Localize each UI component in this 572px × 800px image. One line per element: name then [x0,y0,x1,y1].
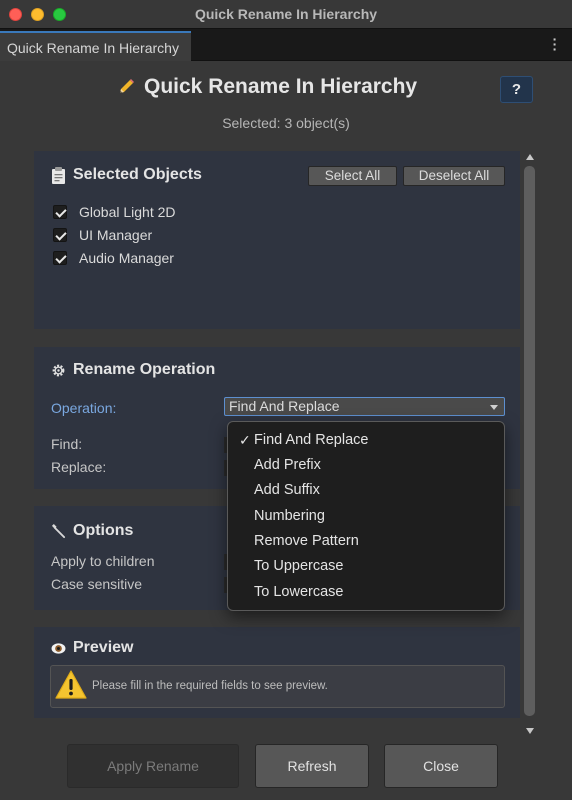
select-all-button[interactable]: Select All [308,166,397,186]
case-sensitive-label: Case sensitive [51,576,143,592]
options-title: Options [51,522,133,540]
scrollbar-thumb[interactable] [524,166,535,716]
pencil-icon [120,79,134,93]
dropdown-option-remove-pattern[interactable]: Remove Pattern [228,529,504,553]
operation-label: Operation: [51,400,117,416]
object-label: Global Light 2D [79,204,176,220]
object-row: UI Manager [53,227,152,243]
object-checkbox[interactable] [53,251,67,265]
preview-title: Preview [51,639,133,657]
scroll-up-arrow-icon[interactable] [526,154,534,160]
checkmark-icon: ✓ [239,432,251,448]
dropdown-option-add-suffix[interactable]: Add Suffix [228,478,504,502]
selected-objects-title: Selected Objects [51,166,202,184]
apply-to-children-label: Apply to children [51,553,155,569]
tab-menu-icon[interactable]: · · · [552,32,558,56]
window-title: Quick Rename In Hierarchy [194,6,378,22]
page-title-text: Quick Rename In Hierarchy [144,75,418,98]
dropdown-option-to-lowercase[interactable]: To Lowercase [228,580,504,604]
rename-operation-title-text: Rename Operation [73,361,216,378]
window-titlebar: Quick Rename In Hierarchy [0,0,572,29]
dropdown-option-label: To Uppercase [254,558,344,574]
scroll-down-arrow-icon[interactable] [526,728,534,734]
object-label: UI Manager [79,227,153,243]
apply-rename-button[interactable]: Apply Rename [67,744,239,788]
object-checkbox[interactable] [53,228,67,242]
selected-objects-section: Selected Objects Select All Deselect All… [34,151,520,329]
dropdown-option-label: Add Prefix [254,457,321,473]
page-title: Quick Rename In Hierarchy [116,75,417,99]
object-row: Audio Manager [53,250,174,266]
clipboard-icon [52,166,65,184]
object-checkbox[interactable] [53,205,67,219]
dropdown-option-numbering[interactable]: Numbering [228,504,504,528]
close-button[interactable]: Close [384,744,498,788]
rename-operation-title: Rename Operation [51,361,215,379]
dropdown-option-to-uppercase[interactable]: To Uppercase [228,554,504,578]
preview-section: Preview Please fill in the required fiel… [34,627,520,718]
eye-icon [51,642,66,654]
options-title-text: Options [73,522,134,539]
deselect-all-button[interactable]: Deselect All [403,166,505,186]
operation-dropdown-menu: ✓ Find And Replace Add Prefix Add Suffix… [227,421,505,611]
dropdown-option-label: Add Suffix [254,482,320,498]
object-label: Audio Manager [79,250,174,266]
preview-title-text: Preview [73,639,134,656]
dropdown-option-add-prefix[interactable]: Add Prefix [228,453,504,477]
preview-warning-box: Please fill in the required fields to se… [50,665,505,708]
replace-label: Replace: [51,459,107,475]
chevron-down-icon [490,405,498,410]
dropdown-option-label: Find And Replace [254,432,369,448]
tab-quick-rename[interactable]: Quick Rename In Hierarchy [0,31,191,61]
tab-bar: Quick Rename In Hierarchy · · · [0,29,572,61]
operation-dropdown[interactable]: Find And Replace [224,397,505,416]
object-row: Global Light 2D [53,204,176,220]
selected-count-label: Selected: 3 object(s) [222,115,350,131]
dropdown-option-label: Remove Pattern [254,533,359,549]
wrench-icon [51,523,66,538]
dropdown-option-label: Numbering [254,508,325,524]
help-button[interactable]: ? [500,76,533,103]
refresh-button[interactable]: Refresh [255,744,369,788]
find-label: Find: [51,436,83,452]
gear-icon [52,364,65,376]
selected-objects-title-text: Selected Objects [73,166,202,183]
warning-icon [55,670,87,699]
operation-dropdown-value: Find And Replace [229,398,340,414]
dropdown-option-find-and-replace[interactable]: ✓ Find And Replace [228,428,504,452]
preview-warning-text: Please fill in the required fields to se… [92,680,328,692]
dropdown-option-label: To Lowercase [254,584,344,600]
